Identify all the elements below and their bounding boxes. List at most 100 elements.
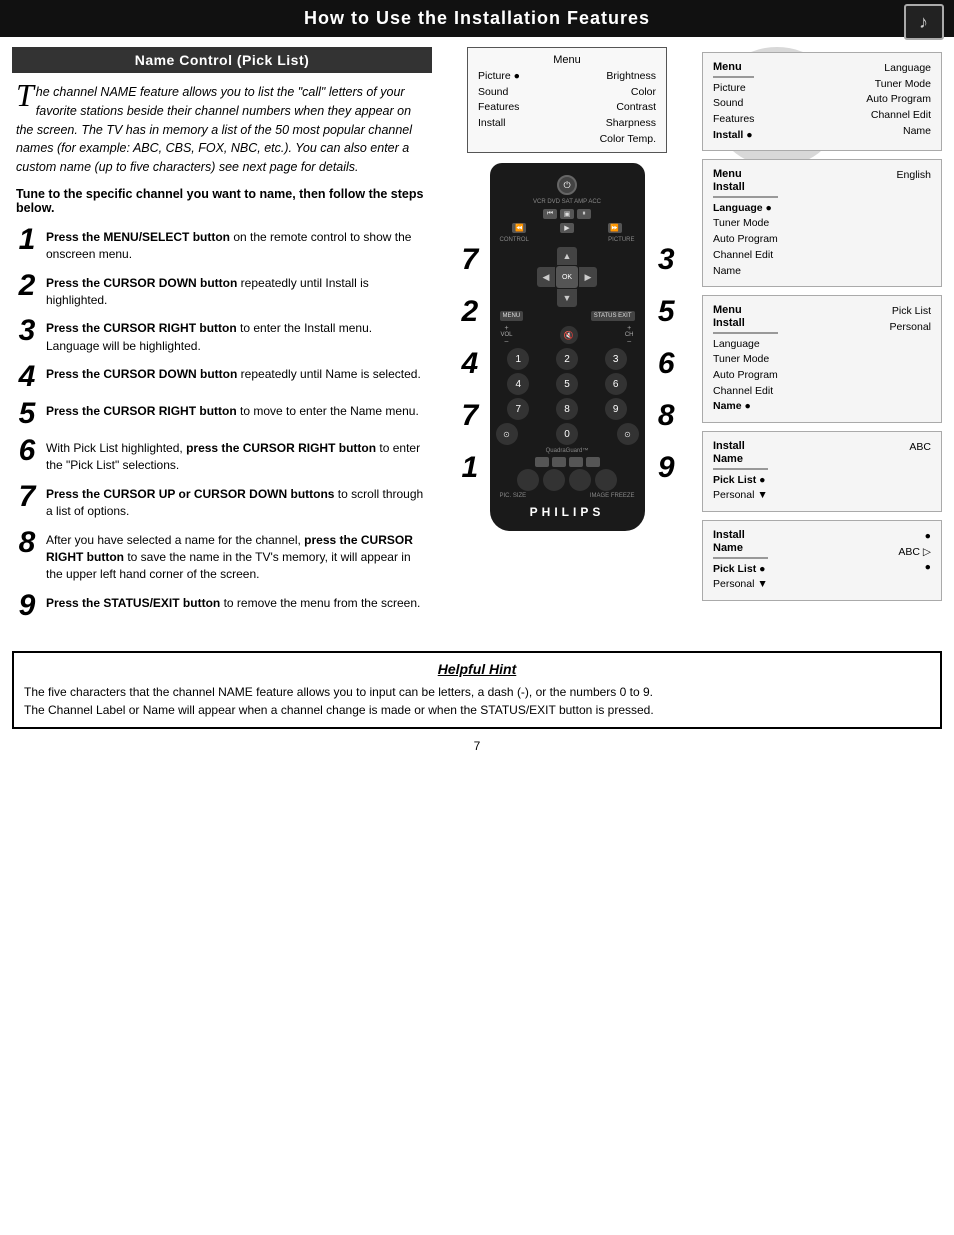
num-5-button[interactable]: 5 [556,373,578,395]
helpful-hint-box: Helpful Hint The five characters that th… [12,651,942,729]
dpad-up[interactable]: ▲ [557,247,577,265]
top-menu-sharpness: Sharpness [600,116,656,131]
ms3-right: English [897,168,931,183]
num-3-button[interactable]: 3 [605,348,627,370]
ms6-content: Install Name Pick List ● Personal ▼ ● AB… [713,529,931,592]
status-exit-button[interactable]: STATUS EXIT [591,311,635,321]
ms5-title-install: Install [713,440,768,452]
ms3-name: Name [713,264,778,279]
step-1: 1 Press the MENU/SELECT button on the re… [16,225,428,264]
ms6-picklist: Pick List ● [713,562,768,577]
step-3-bold: Press the CURSOR RIGHT button [46,321,237,335]
vol-block: +VOL– [501,325,513,345]
bold-instruction: Tune to the specific channel you want to… [12,187,432,215]
power-section: ⏻ [496,175,639,195]
play-button[interactable]: ▶ [560,223,574,233]
ms2-content: Menu Picture Sound Features Install ● La… [713,61,931,142]
ms6-title-install: Install [713,529,768,541]
bottom-buttons-row2 [496,469,639,491]
hint-text: The five characters that the channel NAM… [24,683,930,719]
rew-button[interactable]: ⏮ [543,209,557,219]
right-column: Menu Picture Sound Features Install ● La… [702,47,942,621]
bottom-btn-4[interactable] [586,457,600,467]
pic-size-label: PIC. SIZE [500,493,527,499]
step-6-number: 6 [16,436,38,466]
ms3-left: Menu Install Language ● Tuner Mode Auto … [713,168,778,278]
mute-button[interactable]: 🔇 [560,326,578,344]
step-4-number: 4 [16,362,38,392]
steps-container: 1 Press the MENU/SELECT button on the re… [12,225,432,621]
ms5-right: ABC [909,440,931,455]
step-4-normal: repeatedly until Name is selected. [237,367,420,381]
ms2-auto: Auto Program [866,92,931,107]
ok-button[interactable]: OK [556,266,578,288]
ms4-name: Name ● [713,399,778,414]
top-menu-item-install: Install [478,116,520,131]
right-num-3: 3 [658,243,675,277]
bottom-round-4[interactable] [595,469,617,491]
step-5-normal: to move to enter the Name menu. [237,404,419,418]
pause-button[interactable]: ⏸ [577,209,591,219]
ms3-channel-edit: Channel Edit [713,248,778,263]
step-1-text: Press the MENU/SELECT button on the remo… [46,225,428,264]
hint-title: Helpful Hint [24,661,930,677]
num-7-button[interactable]: 7 [507,398,529,420]
dpad-right[interactable]: ▶ [579,267,597,287]
intro-body: he channel NAME feature allows you to li… [16,85,412,174]
ms6-personal: Personal ▼ [713,577,768,592]
ms2-right: Language Tuner Mode Auto Program Channel… [866,61,931,138]
step-9: 9 Press the STATUS/EXIT button to remove… [16,591,428,621]
special-left-button[interactable]: ⊙ [496,423,518,445]
num-1-button[interactable]: 1 [507,348,529,370]
num-8-button[interactable]: 8 [556,398,578,420]
bottom-btn-3[interactable] [569,457,583,467]
number-grid: 1 2 3 4 5 6 7 8 9 [496,348,639,420]
dpad-down[interactable]: ▼ [557,289,577,307]
ms2-language: Language [866,61,931,76]
bottom-btn-1[interactable] [535,457,549,467]
ms4-channel-edit: Channel Edit [713,384,778,399]
menu-button[interactable]: MENU [500,311,524,321]
section-title: Name Control (Pick List) [12,47,432,73]
ms3-title-install: Install [713,181,778,193]
step-4: 4 Press the CURSOR DOWN button repeatedl… [16,362,428,392]
right-num-5: 5 [658,295,675,329]
bottom-btn-2[interactable] [552,457,566,467]
select-button[interactable]: ▣ [560,209,574,219]
menu-screenshot-3: Menu Install Language ● Tuner Mode Auto … [702,159,942,287]
transport-row: ⏮ ▣ ⏸ [496,209,639,219]
skip-back-button[interactable]: ⏪ [512,223,526,233]
left-num-7b: 7 [462,399,479,433]
bottom-round-2[interactable] [543,469,565,491]
step-1-number: 1 [16,225,38,255]
step-2-bold: Press the CURSOR DOWN button [46,276,237,290]
special-right-button[interactable]: ⊙ [617,423,639,445]
num-6-button[interactable]: 6 [605,373,627,395]
ms2-sound: Sound [713,96,754,111]
control-labels: CONTROL PICTURE [500,237,635,243]
ms2-left: Menu Picture Sound Features Install ● [713,61,754,142]
skip-fwd-button[interactable]: ⏩ [608,223,622,233]
top-menu-item-picture: Picture ● [478,69,520,84]
step-3: 3 Press the CURSOR RIGHT button to enter… [16,316,428,355]
ms6-right: ● ABC ▷ ● [898,529,931,575]
num-9-button[interactable]: 9 [605,398,627,420]
right-num-8: 8 [658,399,675,433]
dpad-left[interactable]: ◀ [537,267,555,287]
step-5: 5 Press the CURSOR RIGHT button to move … [16,399,428,429]
num-4-button[interactable]: 4 [507,373,529,395]
bottom-round-1[interactable] [517,469,539,491]
step-8-text: After you have selected a name for the c… [46,528,428,584]
control-label: CONTROL [500,237,529,243]
top-menu-contrast: Contrast [600,100,656,115]
ms2-features: Features [713,112,754,127]
step-2-text: Press the CURSOR DOWN button repeatedly … [46,271,428,310]
power-button[interactable]: ⏻ [557,175,577,195]
num-2-button[interactable]: 2 [556,348,578,370]
top-menu-label: Menu [478,54,656,66]
bottom-round-3[interactable] [569,469,591,491]
bottom-buttons-row1 [496,457,639,467]
remote-control: ⏻ VCR DVD SAT AMP ACC ⏮ ▣ ⏸ ⏪ ▶ ⏩ CON [490,163,645,531]
num-0-button[interactable]: 0 [556,423,578,445]
menu-screenshot-2: Menu Picture Sound Features Install ● La… [702,52,942,151]
